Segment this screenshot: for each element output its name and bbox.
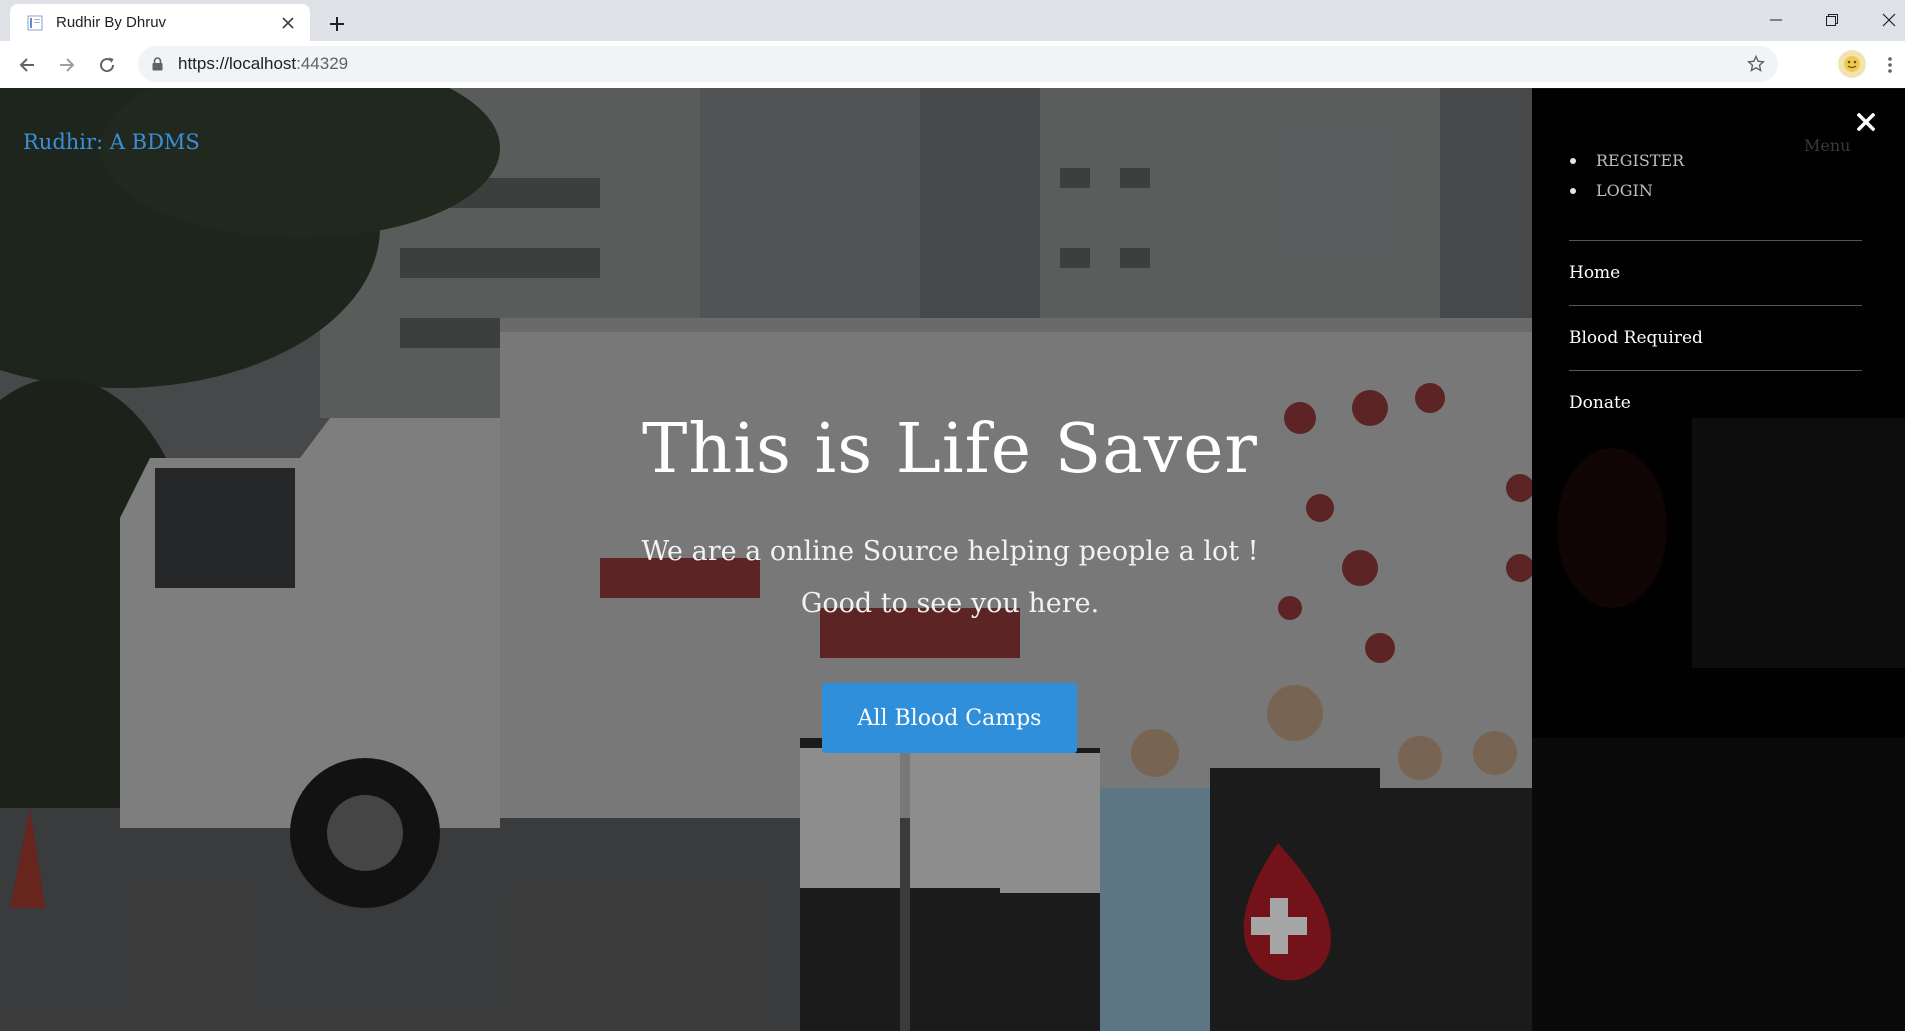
brand-link[interactable]: Rudhir: A BDMS <box>23 130 200 154</box>
url-port: :44329 <box>296 54 349 73</box>
drawer-background <box>1532 418 1905 1031</box>
close-icon[interactable] <box>1853 109 1879 135</box>
menu-item-home[interactable]: Home <box>1569 240 1862 305</box>
browser-tabbar: Rudhir By Dhruv <box>0 0 1905 41</box>
arrow-right-icon[interactable] <box>52 50 82 80</box>
register-link[interactable]: REGISTER <box>1569 146 1684 176</box>
avatar-icon[interactable] <box>1838 50 1866 78</box>
menu-toggle-label[interactable]: Menu <box>1804 136 1850 155</box>
window-close-icon[interactable] <box>1873 6 1905 34</box>
browser-tab[interactable]: Rudhir By Dhruv <box>10 4 310 41</box>
kebab-icon[interactable] <box>1880 50 1900 80</box>
url-text: https://localhost:44329 <box>178 54 348 74</box>
plus-icon[interactable] <box>323 10 351 38</box>
menu-item-donate[interactable]: Donate <box>1569 370 1862 435</box>
url-host: https://localhost <box>178 54 297 73</box>
page-viewport: Rudhir: A BDMS This is Life Saver We are… <box>0 88 1905 1031</box>
restore-icon[interactable] <box>1816 6 1848 34</box>
minimize-icon[interactable] <box>1760 6 1792 34</box>
tab-title: Rudhir By Dhruv <box>56 14 167 31</box>
star-icon[interactable] <box>1746 54 1766 74</box>
reload-icon[interactable] <box>92 50 122 80</box>
menu-item-blood-required[interactable]: Blood Required <box>1569 305 1862 370</box>
close-icon[interactable] <box>278 13 298 33</box>
login-link[interactable]: LOGIN <box>1569 176 1684 206</box>
auth-links-list: REGISTER LOGIN <box>1569 146 1684 206</box>
side-menu-links: Home Blood Required Donate <box>1569 240 1862 435</box>
hero-section: Rudhir: A BDMS This is Life Saver We are… <box>0 88 1532 1031</box>
all-blood-camps-button[interactable]: All Blood Camps <box>822 683 1077 753</box>
browser-toolbar: https://localhost:44329 <box>0 41 1905 89</box>
page-favicon-icon <box>26 14 44 32</box>
arrow-left-icon[interactable] <box>12 50 42 80</box>
side-menu-drawer: Menu REGISTER LOGIN Home Blood Required … <box>1532 88 1905 1031</box>
address-bar[interactable]: https://localhost:44329 <box>138 46 1778 82</box>
lock-icon <box>152 57 166 71</box>
